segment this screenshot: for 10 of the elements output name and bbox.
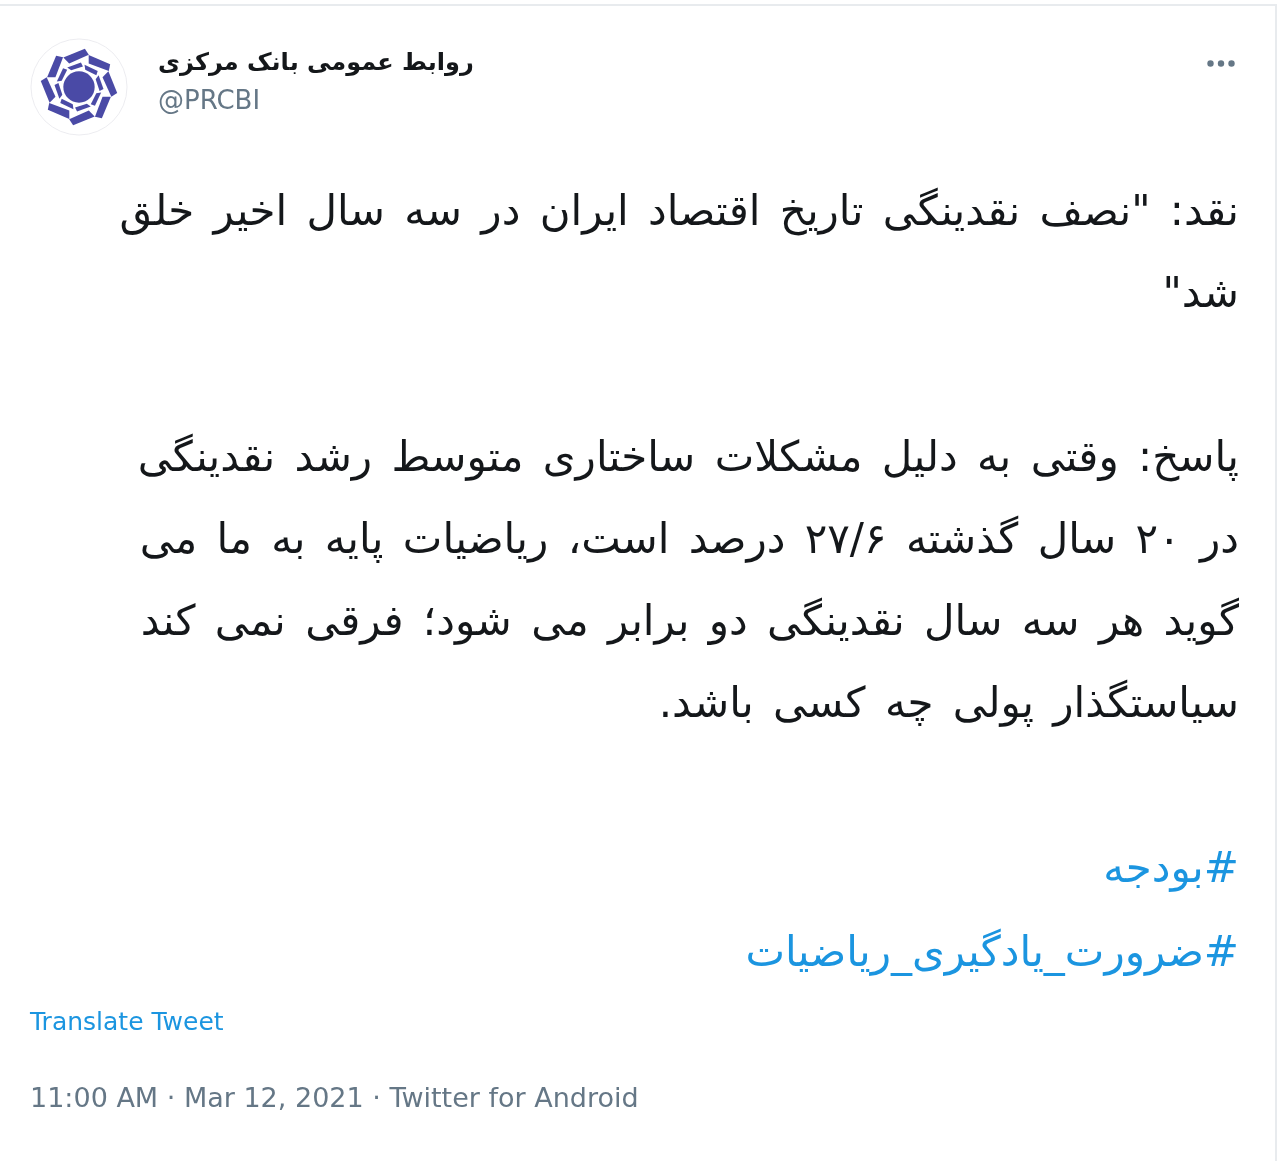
tweet-timestamp: 11:00 AM · Mar 12, 2021 · Twitter for Android: [30, 1081, 639, 1115]
hashtag-link[interactable]: #بودجه: [1103, 826, 1239, 910]
emblem-icon: [30, 38, 128, 136]
tweet-text: نقد: "نصف نقدینگی تاریخ اقتصاد ایران در سه سال اخیر خلق شد": [118, 185, 1239, 319]
tweet-text: پاسخ: وقتی به دلیل مشکلات ساختاری متوسط رشد نقدینگی در ۲۰ سال گذشته ۲۷/۶ درصد است، ریاضیات پایه به ما می گوید هر سه سال نقدینگی دو برابر می شود؛ فرقی نمی کند سیاستگذار پولی چه کسی باشد.: [136, 431, 1239, 729]
hashtag-link[interactable]: #ضرورت_یادگیری_ریاضیات: [745, 910, 1239, 994]
author-name: روابط عمومی بانک مرکزی: [158, 47, 474, 78]
author-handle: @PRCBI: [158, 84, 261, 117]
translate-link[interactable]: Translate Tweet: [30, 1004, 224, 1040]
more-icon[interactable]: [1207, 60, 1235, 67]
